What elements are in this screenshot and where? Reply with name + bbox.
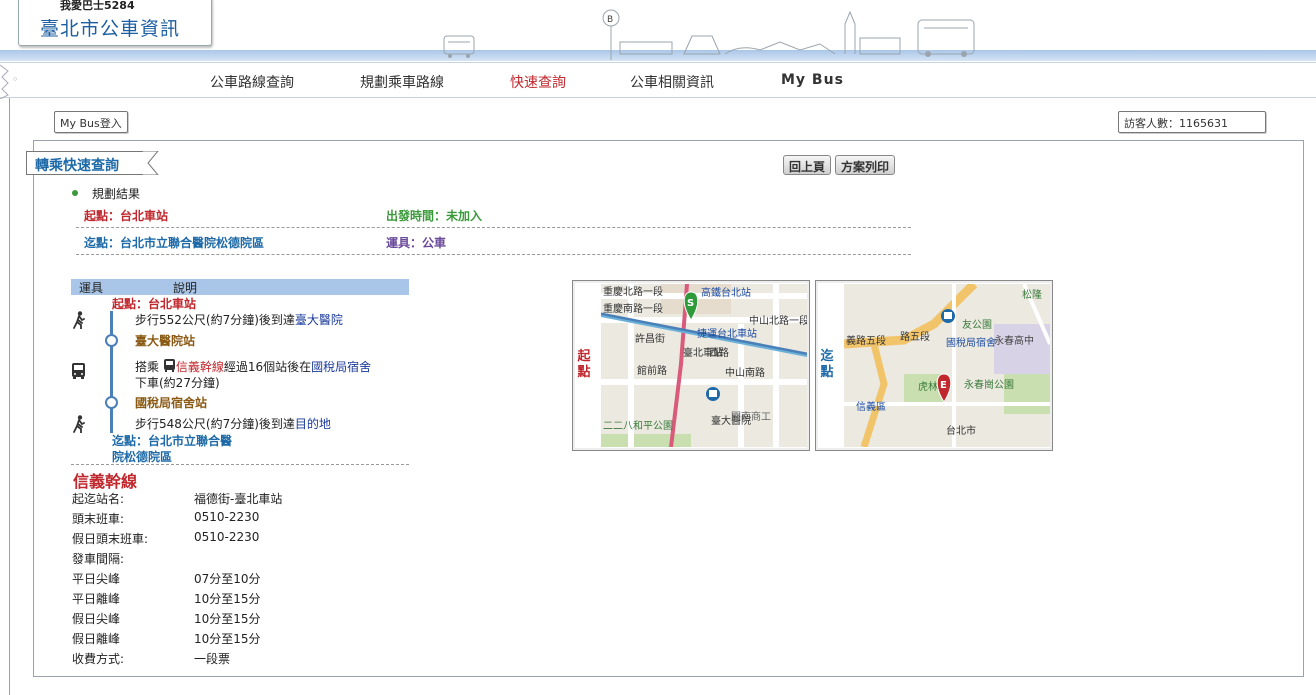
- stop-marker: [105, 396, 118, 409]
- line-info-key: 發車間隔:: [72, 552, 125, 566]
- taipei-logo-icon: [40, 3, 56, 10]
- logo-title: 臺北市公車資訊: [40, 18, 181, 40]
- bus-small-icon: [163, 359, 175, 372]
- result-bullet-icon: [72, 190, 78, 196]
- site-header: 我愛巴士5284 臺北市公車資訊 B: [0, 0, 1316, 62]
- nav-dot-icon: ◦: [12, 73, 19, 86]
- map-label: 虎林: [918, 380, 938, 393]
- map-label: 路五段: [900, 330, 930, 343]
- divider: [71, 464, 409, 465]
- line-info-value: 福德街-臺北車站: [194, 492, 283, 506]
- city-skyline-illustration: B: [443, 9, 975, 60]
- end-map-canvas[interactable]: 松隆 義路五段 路五段 國稅局宿舍 友公園 永春高中 虎林 永春崗公園 信義區 …: [844, 284, 1050, 447]
- bus-stop-icon: [706, 387, 720, 401]
- route-table-header: 運具 說明: [71, 279, 409, 295]
- line-info-key: 平日離峰: [72, 592, 121, 606]
- nav-item-route-query[interactable]: 公車路線查詢: [210, 72, 294, 92]
- map-label: 中山南路: [725, 366, 765, 379]
- map-label: 義路五段: [846, 334, 886, 347]
- line-info-key: 平日尖峰: [72, 572, 121, 586]
- result-start: 起點：台北車站: [84, 209, 169, 223]
- page-left-border: [9, 98, 10, 695]
- start-map-canvas[interactable]: 重慶北路一段 高鐵台北站 重慶南路一段 捷運台北車站 中山北路一段 許昌街 館前…: [601, 284, 807, 447]
- walk-icon: [73, 311, 85, 329]
- map-label: 臺大醫院: [711, 414, 751, 427]
- line-info-value: 10分至15分: [194, 632, 261, 646]
- map-label: 重慶北路一段: [603, 285, 663, 298]
- map-label: 高鐵台北站: [701, 286, 751, 299]
- route-end-line2: 院松德院區: [112, 450, 173, 464]
- map-label: 友公園: [962, 318, 992, 331]
- map-label: 許昌街: [635, 332, 665, 345]
- end-map-side-label: 迄點: [820, 349, 834, 380]
- end-map[interactable]: 迄點 松隆 義路五段 路五段 國稅局宿舍 友公園 永春高中 虎林 永春崗公園 信…: [815, 280, 1053, 451]
- map-label: 重慶南路一段: [603, 302, 663, 315]
- stop-marker: [105, 334, 118, 347]
- line-info-key: 假日頭末班車:: [72, 532, 149, 546]
- nav-item-bus-info[interactable]: 公車相關資訊: [630, 72, 714, 92]
- map-label: 二二八和平公園: [603, 420, 673, 432]
- bus-icon: [72, 363, 85, 379]
- start-marker-letter: S: [687, 298, 694, 309]
- start-map-side-label: 起點: [577, 349, 591, 380]
- line-info-value: 0510-2230: [194, 510, 260, 524]
- map-label: 信義區: [856, 400, 886, 413]
- line-info-value: 10分至15分: [194, 592, 261, 606]
- back-button[interactable]: 回上頁: [783, 155, 832, 175]
- result-end: 迄點：台北市立聯合醫院松德院區: [84, 236, 265, 250]
- walk-step-2: 步行548公尺(約7分鐘)後到達目的地: [135, 417, 331, 431]
- result-transport: 運具：公車: [386, 236, 447, 250]
- line-info-key: 頭末班車:: [72, 512, 125, 526]
- site-logo[interactable]: 我愛巴士5284 臺北市公車資訊: [18, 0, 212, 46]
- mybus-login-link[interactable]: My Bus登入: [54, 111, 128, 133]
- bus-step-suffix: 下車(約27分鐘): [135, 376, 220, 390]
- map-label: 中山北路一段: [749, 314, 807, 327]
- map-label: 台北市: [946, 424, 976, 437]
- stop-name-2: 國稅局宿舍站: [135, 396, 208, 410]
- col-vehicle: 運具: [79, 281, 104, 295]
- line-info-value: 一段票: [194, 652, 231, 666]
- bus-step: 搭乘 信義幹線經過16個站後在國稅局宿舍: [135, 359, 372, 374]
- section-title: 轉乘快速查詢: [26, 151, 158, 175]
- stop-name-1: 臺大醫院站: [135, 334, 196, 348]
- map-label: 永春崗公園: [964, 378, 1014, 391]
- title-tab-arrow-icon: [143, 151, 159, 175]
- route-timeline: [110, 311, 113, 433]
- map-label: 館前路: [637, 364, 667, 377]
- col-description: 說明: [173, 281, 198, 295]
- line-info-value: 10分至15分: [194, 612, 261, 626]
- result-depart-time: 出發時間：未加入: [386, 209, 483, 223]
- map-label: 捷運台北車站: [697, 327, 757, 340]
- divider: [76, 254, 911, 255]
- logo-subtitle: 我愛巴士5284: [60, 0, 135, 12]
- bus-stop-icon: [941, 309, 955, 323]
- print-plan-button[interactable]: 方案列印: [835, 155, 896, 175]
- svg-text:B: B: [607, 15, 613, 25]
- line-info-value: 0510-2230: [194, 530, 260, 544]
- bus-line-title[interactable]: 信義幹線: [73, 468, 137, 492]
- visitor-counter: 訪客人數：1165631: [1118, 111, 1266, 133]
- map-label: 松隆: [1022, 288, 1042, 301]
- main-nav: ◦ 公車路線查詢 規劃乘車路線 快速查詢 公車相關資訊 My Bus: [0, 62, 1316, 99]
- map-label: 永春高中: [994, 334, 1034, 347]
- walk-icon: [73, 415, 85, 433]
- line-info-key: 假日尖峰: [72, 612, 121, 626]
- route-end-line1: 迄點：台北市立聯合醫: [112, 434, 233, 448]
- map-label: 國稅局宿舍: [946, 336, 996, 349]
- walk-step-1: 步行552公尺(約7分鐘)後到達臺大醫院: [135, 313, 343, 327]
- line-info-key: 假日離峰: [72, 632, 121, 646]
- end-marker-letter: E: [940, 380, 947, 391]
- divider: [76, 227, 911, 228]
- decorative-edge-icon: [0, 64, 9, 99]
- line-info-key: 起迄站名:: [72, 492, 125, 506]
- nav-item-my-bus[interactable]: My Bus: [781, 72, 844, 88]
- line-info-key: 收費方式:: [72, 652, 125, 666]
- line-info-value: 07分至10分: [194, 572, 261, 586]
- route-start: 起點：台北車站: [112, 297, 197, 311]
- result-label: 規劃結果: [92, 187, 141, 201]
- map-label: 西路: [709, 346, 729, 359]
- nav-item-quick-query[interactable]: 快速查詢: [510, 72, 566, 92]
- nav-item-plan-route[interactable]: 規劃乘車路線: [360, 72, 444, 92]
- start-map[interactable]: 起點 重慶北路一段 高鐵台北站 重慶南路一段 捷運台北車站 中山北路一段 許昌街…: [572, 280, 810, 451]
